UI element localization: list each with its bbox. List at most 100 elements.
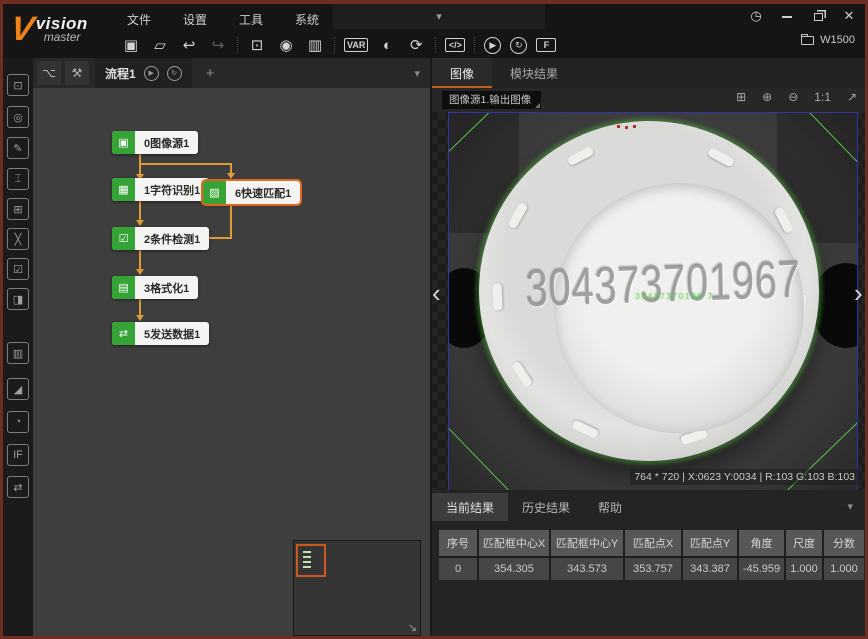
prev-image-arrow[interactable]: ‹: [432, 280, 441, 306]
fit-view-icon[interactable]: ⊞: [736, 90, 746, 104]
minimap-node: [303, 561, 311, 563]
title-bar: V vision master 文件 设置 工具 系统 帮助 ▾ ◷ ✕ ▣ ▱…: [3, 4, 865, 58]
run-once-icon[interactable]: ▶: [484, 37, 501, 54]
menu-system[interactable]: 系统: [289, 8, 325, 31]
minimap-viewport[interactable]: [296, 544, 326, 577]
measure-caliper-icon[interactable]: ⌶: [7, 168, 29, 190]
minimap-resize-icon[interactable]: ↘: [408, 621, 417, 634]
chevron-down-icon[interactable]: ▾: [847, 500, 853, 513]
image-source-dropdown[interactable]: 图像源1.输出图像: [442, 91, 541, 109]
flow-node-format[interactable]: ▤ 3格式化1: [112, 276, 198, 299]
histogram-icon[interactable]: ▥: [7, 342, 29, 364]
next-image-arrow[interactable]: ›: [854, 280, 863, 306]
tab-module-result[interactable]: 模块结果: [492, 58, 576, 88]
flow-node-label: 0图像源1: [135, 131, 198, 154]
col-header-scale: 尺度: [786, 530, 822, 556]
focus-region-icon[interactable]: ⊞: [7, 198, 29, 220]
formula-icon[interactable]: F: [536, 38, 556, 52]
acquisition-camera-icon[interactable]: ⊡: [7, 74, 29, 96]
cell-match-center-x[interactable]: 354.305: [479, 558, 549, 580]
fullscreen-icon[interactable]: ↗: [847, 90, 857, 104]
condition-check-icon: ☑: [112, 227, 135, 250]
camera-icon[interactable]: ◉: [276, 36, 296, 54]
location-target-icon[interactable]: ◎: [7, 106, 29, 128]
cell-score[interactable]: 1.000: [824, 558, 864, 580]
tab-image[interactable]: 图像: [432, 58, 492, 88]
redo-icon[interactable]: ↪: [208, 36, 228, 54]
col-header-angle: 角度: [739, 530, 784, 556]
annotation-marks: [617, 125, 620, 128]
tab-history-result[interactable]: 历史结果: [508, 493, 584, 521]
process-tab[interactable]: 流程1 ▶ ↻: [95, 58, 192, 88]
restore-button[interactable]: [810, 9, 826, 24]
cell-scale[interactable]: 1.000: [786, 558, 822, 580]
panel-divider: [430, 58, 432, 636]
cell-index[interactable]: 0: [439, 558, 477, 580]
zoom-out-icon[interactable]: ⊖: [788, 90, 798, 104]
zoom-in-icon[interactable]: ⊕: [762, 90, 772, 104]
workspace-selector[interactable]: W1500: [801, 34, 855, 46]
image-settings-icon[interactable]: ◨: [7, 288, 29, 310]
folder-icon: [801, 36, 814, 45]
cell-match-center-y[interactable]: 343.573: [551, 558, 623, 580]
main-toolbar: ▣ ▱ ↩ ↪ ⊡ ◉ ▥ VAR ◐ ⟳ </> ▶ ↻ F: [121, 31, 556, 59]
if-branch-icon[interactable]: IF: [7, 444, 29, 466]
flow-node-condition-check[interactable]: ☑ 2条件检测1: [112, 227, 209, 250]
layout-columns-icon[interactable]: ▥: [305, 36, 325, 54]
flow-node-image-source[interactable]: ▣ 0图像源1: [112, 131, 198, 154]
undo-icon[interactable]: ↩: [179, 36, 199, 54]
minimize-button[interactable]: [779, 9, 795, 24]
flow-panel-header: ⌥ ⚒ 流程1 ▶ ↻ + ▾: [33, 58, 430, 88]
tab-help[interactable]: 帮助: [584, 493, 636, 521]
logo-v-icon: V: [8, 6, 37, 52]
close-button[interactable]: ✕: [841, 8, 857, 24]
cell-angle[interactable]: -45.959: [739, 558, 784, 580]
cell-match-point-y[interactable]: 343.387: [683, 558, 737, 580]
menu-file[interactable]: 文件: [121, 8, 157, 31]
cap-notch: [707, 147, 735, 168]
minimap-node: [303, 551, 311, 553]
chevron-down-icon[interactable]: ▾: [414, 67, 420, 80]
open-folder-icon[interactable]: ▱: [150, 36, 170, 54]
refresh-icon[interactable]: ⟳: [406, 36, 426, 54]
global-variable-icon[interactable]: VAR: [344, 38, 368, 52]
run-continuous-icon[interactable]: ↻: [510, 37, 527, 54]
image-edit-icon[interactable]: ✎: [7, 137, 29, 159]
flow-minimap[interactable]: ↘: [293, 540, 421, 636]
snapshot-icon[interactable]: ⊡: [247, 36, 267, 54]
logic-check-icon[interactable]: ☑: [7, 258, 29, 280]
image-viewer[interactable]: 304373701967 30437370196 7 ‹ › 764 * 720…: [430, 112, 865, 490]
cap-notch: [571, 419, 599, 439]
menu-settings[interactable]: 设置: [177, 8, 213, 31]
flow-node-fast-match[interactable]: ▧ 6快速匹配1: [203, 181, 300, 204]
script-code-icon[interactable]: </>: [445, 38, 465, 52]
add-process-button[interactable]: +: [206, 65, 215, 82]
app-logo: V vision master: [11, 6, 88, 52]
flow-node-send-data[interactable]: ⇄ 5发送数据1: [112, 322, 209, 345]
color-fill-icon[interactable]: ◢: [7, 378, 29, 400]
flow-node-label: 3格式化1: [135, 276, 198, 299]
wrench-icon[interactable]: ⚒: [65, 61, 89, 85]
edge-arrow: [227, 173, 235, 179]
edge-arrow: [136, 220, 144, 226]
tab-current-result[interactable]: 当前结果: [432, 493, 508, 521]
flow-list-icon[interactable]: ⌥: [37, 61, 61, 85]
one-to-one-icon[interactable]: 1:1: [814, 90, 831, 104]
image-panel-tabs: 图像 模块结果: [432, 58, 865, 88]
cell-match-point-x[interactable]: 353.757: [625, 558, 681, 580]
menu-tools[interactable]: 工具: [233, 8, 269, 31]
flow-node-ocr[interactable]: ▦ 1字符识别1: [112, 178, 209, 201]
run-process-icon[interactable]: ▶: [144, 66, 159, 81]
loop-process-icon[interactable]: ↻: [167, 66, 182, 81]
toolbar-collapse-button[interactable]: ▾: [333, 4, 545, 29]
flow-canvas[interactable]: ▣ 0图像源1 ▦ 1字符识别1 ▧ 6快速匹配1 ☑ 2条件检测1 ▤ 3格式…: [33, 88, 430, 636]
contrast-icon[interactable]: ◐: [377, 37, 397, 54]
col-header-match-point-y: 匹配点Y: [683, 530, 737, 556]
defect-scatter-icon[interactable]: ╳: [7, 228, 29, 250]
performance-monitor-icon[interactable]: ◷: [748, 8, 764, 24]
save-icon[interactable]: ▣: [121, 36, 141, 54]
window-controls: ◷ ✕: [748, 8, 857, 24]
timer-icon[interactable]: ◔: [7, 411, 29, 433]
results-table: 序号 匹配框中心X 匹配框中心Y 匹配点X 匹配点Y 角度 尺度 分数 0 35…: [439, 530, 864, 580]
data-transfer-icon[interactable]: ⇄: [7, 476, 29, 498]
